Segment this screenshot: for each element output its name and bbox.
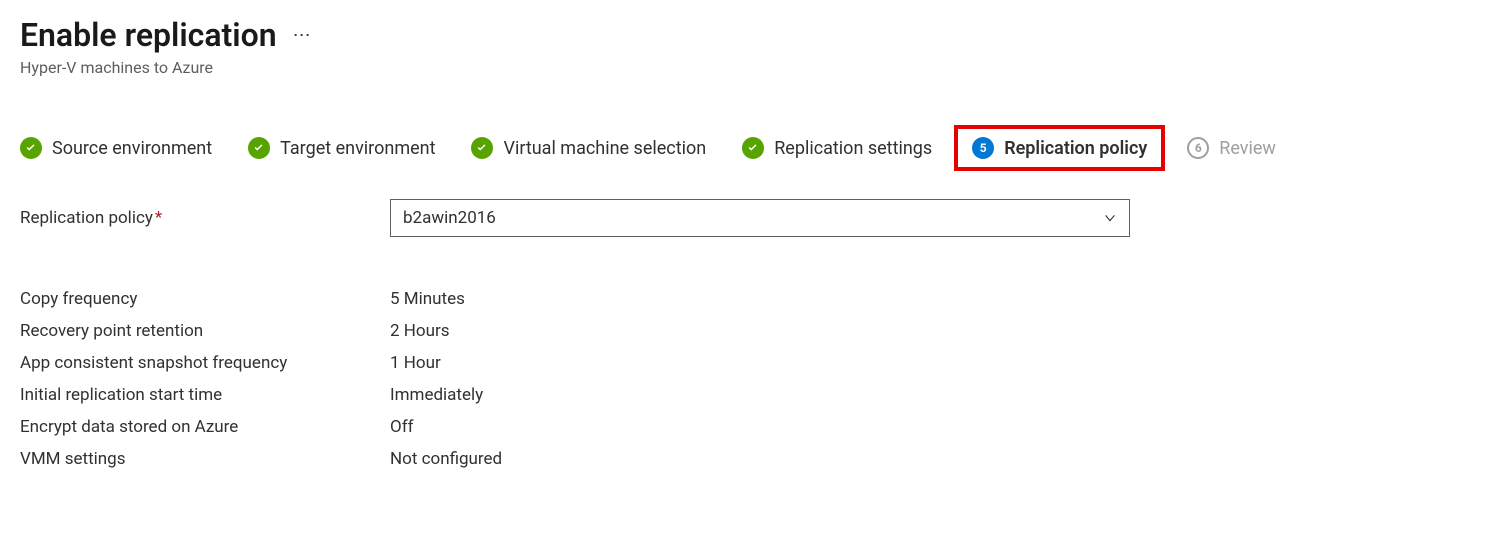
replication-policy-dropdown[interactable]: b2awin2016 [390,199,1130,237]
detail-value: Immediately [390,385,483,405]
step-number-badge: 5 [972,137,994,159]
step-label: Virtual machine selection [503,138,706,159]
detail-row: Encrypt data stored on Azure Off [20,417,1468,437]
step-source-environment[interactable]: Source environment [20,137,212,159]
wizard-steps: Source environment Target environment Vi… [20,133,1468,163]
more-options-icon[interactable]: ⋯ [293,25,312,46]
check-icon [248,137,270,159]
step-review[interactable]: 6 Review [1187,137,1276,159]
detail-row: VMM settings Not configured [20,449,1468,469]
detail-row: Copy frequency 5 Minutes [20,289,1468,309]
detail-label: VMM settings [20,449,390,469]
detail-label: Copy frequency [20,289,390,309]
detail-row: App consistent snapshot frequency 1 Hour [20,353,1468,373]
step-replication-policy[interactable]: 5 Replication policy [954,125,1165,171]
replication-policy-label: Replication policy* [20,208,390,228]
detail-label: Encrypt data stored on Azure [20,417,390,437]
detail-value: 2 Hours [390,321,450,341]
step-label: Target environment [280,138,435,159]
step-number-badge: 6 [1187,137,1209,159]
step-label: Replication policy [1004,138,1147,159]
policy-details: Copy frequency 5 Minutes Recovery point … [20,289,1468,469]
step-virtual-machine-selection[interactable]: Virtual machine selection [471,137,706,159]
detail-row: Initial replication start time Immediate… [20,385,1468,405]
check-icon [742,137,764,159]
step-replication-settings[interactable]: Replication settings [742,137,932,159]
check-icon [471,137,493,159]
step-label: Source environment [52,138,212,159]
detail-value: Off [390,417,414,437]
dropdown-value: b2awin2016 [403,208,496,228]
detail-row: Recovery point retention 2 Hours [20,321,1468,341]
detail-value: 1 Hour [390,353,441,373]
detail-value: Not configured [390,449,502,469]
detail-value: 5 Minutes [390,289,465,309]
required-indicator: * [155,208,162,228]
step-label: Review [1219,138,1276,159]
step-label: Replication settings [774,138,932,159]
page-title: Enable replication [20,16,277,54]
page-subtitle: Hyper-V machines to Azure [20,58,1468,77]
step-target-environment[interactable]: Target environment [248,137,435,159]
detail-label: App consistent snapshot frequency [20,353,390,373]
check-icon [20,137,42,159]
detail-label: Recovery point retention [20,321,390,341]
chevron-down-icon [1103,211,1117,225]
detail-label: Initial replication start time [20,385,390,405]
